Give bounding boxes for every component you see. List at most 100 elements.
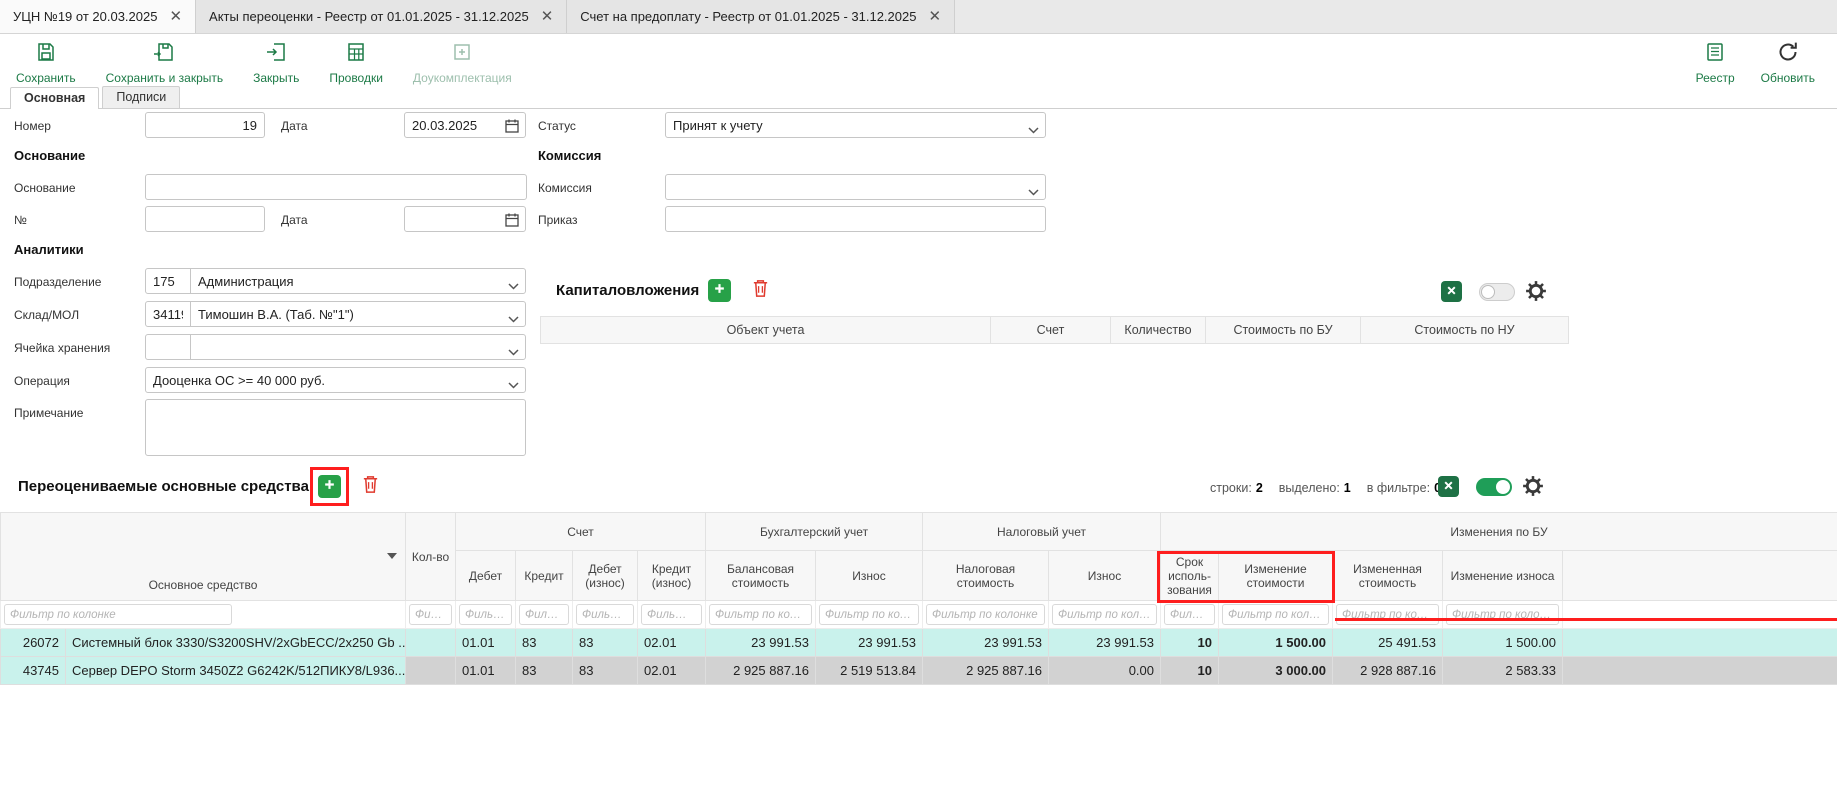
calendar-icon[interactable]	[504, 118, 520, 137]
cell-debit-dep[interactable]: 83	[573, 657, 638, 685]
cell-balance-cost[interactable]: 2 925 887.16	[706, 657, 816, 685]
filter-tax-cost-input[interactable]	[926, 604, 1045, 625]
assets-col-asset[interactable]: Основное средство	[1, 513, 406, 601]
cell-useful-life[interactable]: 10	[1161, 657, 1219, 685]
assets-filter-toggle[interactable]	[1476, 478, 1512, 496]
filter-debit-input[interactable]	[459, 604, 512, 625]
order-input[interactable]	[665, 206, 1046, 232]
window-tab-revaluation-registry[interactable]: Акты переоценки - Реестр от 01.01.2025 -…	[196, 0, 567, 33]
assets-col-credit-dep[interactable]: Кредит (износ)	[638, 551, 706, 601]
assets-col-debit[interactable]: Дебет	[456, 551, 516, 601]
postings-button[interactable]: Проводки	[329, 41, 383, 85]
assets-col-useful-life[interactable]: Срок исполь-зования	[1161, 551, 1219, 601]
storage-cell-select[interactable]	[190, 334, 526, 360]
capital-excel-export-button[interactable]	[1441, 281, 1462, 302]
cell-dep-nu[interactable]: 23 991.53	[1049, 629, 1161, 657]
note-textarea[interactable]	[145, 399, 526, 456]
cell-changed-cost[interactable]: 25 491.53	[1333, 629, 1443, 657]
filter-credit-dep-input[interactable]	[641, 604, 702, 625]
cell-dep-change[interactable]: 1 500.00	[1443, 629, 1563, 657]
cell-asset-name[interactable]: Системный блок 3330/S3200SHV/2xGbECC/2x2…	[66, 629, 406, 657]
save-and-close-button[interactable]: Сохранить и закрыть	[106, 41, 223, 85]
basis-input[interactable]	[145, 174, 527, 200]
capital-settings-button[interactable]	[1525, 280, 1547, 302]
close-tab-icon[interactable]: ✕	[169, 9, 182, 24]
filter-useful-life-input[interactable]	[1164, 604, 1215, 625]
cell-dep-bu[interactable]: 23 991.53	[816, 629, 923, 657]
filter-dep-nu-input[interactable]	[1052, 604, 1157, 625]
cell-balance-cost[interactable]: 23 991.53	[706, 629, 816, 657]
cell-tax-cost[interactable]: 2 925 887.16	[923, 657, 1049, 685]
number-input[interactable]	[145, 112, 265, 138]
cell-asset-name[interactable]: Сервер DEPO Storm 3450Z2 G6242K/512ПИКУ8…	[66, 657, 406, 685]
cell-credit[interactable]: 83	[516, 629, 573, 657]
filter-changed-cost-input[interactable]	[1336, 604, 1439, 625]
cell-dep-nu[interactable]: 0.00	[1049, 657, 1161, 685]
capital-col-cost-nu[interactable]: Стоимость по НУ	[1361, 317, 1569, 344]
refresh-button[interactable]: Обновить	[1761, 41, 1815, 85]
cell-qty[interactable]	[406, 629, 456, 657]
cell-cost-change[interactable]: 1 500.00	[1219, 629, 1333, 657]
cell-tax-cost[interactable]: 23 991.53	[923, 629, 1049, 657]
filter-debit-dep-input[interactable]	[576, 604, 634, 625]
assets-col-dep-bu[interactable]: Износ	[816, 551, 923, 601]
cell-credit-dep[interactable]: 02.01	[638, 657, 706, 685]
assets-col-dep-change[interactable]: Изменение износа	[1443, 551, 1563, 601]
assets-settings-button[interactable]	[1522, 475, 1544, 497]
cell-useful-life[interactable]: 10	[1161, 629, 1219, 657]
close-tab-icon[interactable]: ✕	[541, 9, 554, 24]
cell-id[interactable]: 43745	[1, 657, 66, 685]
cell-changed-cost[interactable]: 2 928 887.16	[1333, 657, 1443, 685]
cell-dep-change[interactable]: 2 583.33	[1443, 657, 1563, 685]
assets-col-changed-cost[interactable]: Измененная стоимость	[1333, 551, 1443, 601]
save-button[interactable]: Сохранить	[16, 41, 76, 85]
filter-dep-bu-input[interactable]	[819, 604, 919, 625]
registry-button[interactable]: Реестр	[1696, 41, 1735, 85]
cell-cost-change[interactable]: 3 000.00	[1219, 657, 1333, 685]
capital-col-object[interactable]: Объект учета	[541, 317, 991, 344]
cell-qty[interactable]	[406, 657, 456, 685]
cell-dep-bu[interactable]: 2 519 513.84	[816, 657, 923, 685]
assets-col-balance-cost[interactable]: Балансовая стоимость	[706, 551, 816, 601]
cell-debit[interactable]: 01.01	[456, 657, 516, 685]
capital-add-button[interactable]	[708, 279, 731, 302]
filter-asset-input[interactable]	[4, 604, 232, 625]
capital-col-cost-bu[interactable]: Стоимость по БУ	[1206, 317, 1361, 344]
filter-balance-cost-input[interactable]	[709, 604, 812, 625]
capital-filter-toggle[interactable]	[1479, 283, 1515, 301]
warehouse-code-input[interactable]	[145, 301, 191, 327]
close-tab-icon[interactable]: ✕	[928, 9, 941, 24]
capital-delete-button[interactable]	[749, 279, 771, 302]
filter-credit-input[interactable]	[519, 604, 569, 625]
commission-select[interactable]	[665, 174, 1046, 200]
operation-select[interactable]: Дооценка ОС >= 40 000 руб.	[145, 367, 526, 393]
window-tab-prepayment-registry[interactable]: Счет на предоплату - Реестр от 01.01.202…	[567, 0, 955, 33]
basis-number-input[interactable]	[145, 206, 265, 232]
cell-debit[interactable]: 01.01	[456, 629, 516, 657]
filter-dep-change-input[interactable]	[1446, 604, 1559, 625]
table-row[interactable]: 26072 Системный блок 3330/S3200SHV/2xGbE…	[1, 629, 1837, 657]
cell-id[interactable]: 26072	[1, 629, 66, 657]
assets-col-dep-nu[interactable]: Износ	[1049, 551, 1161, 601]
assets-col-credit[interactable]: Кредит	[516, 551, 573, 601]
assets-col-debit-dep[interactable]: Дебет (износ)	[573, 551, 638, 601]
close-button[interactable]: Закрыть	[253, 41, 299, 85]
assets-col-qty[interactable]: Кол-во	[406, 513, 456, 601]
tab-main[interactable]: Основная	[10, 87, 99, 109]
assets-col-cost-change[interactable]: Изменение стоимости	[1219, 551, 1333, 601]
assets-delete-button[interactable]	[359, 475, 381, 498]
capital-col-quantity[interactable]: Количество	[1111, 317, 1206, 344]
department-code-input[interactable]	[145, 268, 191, 294]
filter-cost-change-input[interactable]	[1222, 604, 1329, 625]
cell-credit[interactable]: 83	[516, 657, 573, 685]
capital-col-account[interactable]: Счет	[991, 317, 1111, 344]
assets-col-tax-cost[interactable]: Налоговая стоимость	[923, 551, 1049, 601]
status-select[interactable]: Принят к учету	[665, 112, 1046, 138]
assets-add-button[interactable]	[318, 475, 341, 498]
calendar-icon[interactable]	[504, 212, 520, 231]
basis-date-input[interactable]	[404, 206, 526, 232]
cell-credit-dep[interactable]: 02.01	[638, 629, 706, 657]
tab-signatures[interactable]: Подписи	[102, 86, 180, 108]
window-tab-document[interactable]: УЦН №19 от 20.03.2025 ✕	[0, 0, 196, 33]
warehouse-select[interactable]: Тимошин В.А. (Таб. №"1")	[190, 301, 526, 327]
